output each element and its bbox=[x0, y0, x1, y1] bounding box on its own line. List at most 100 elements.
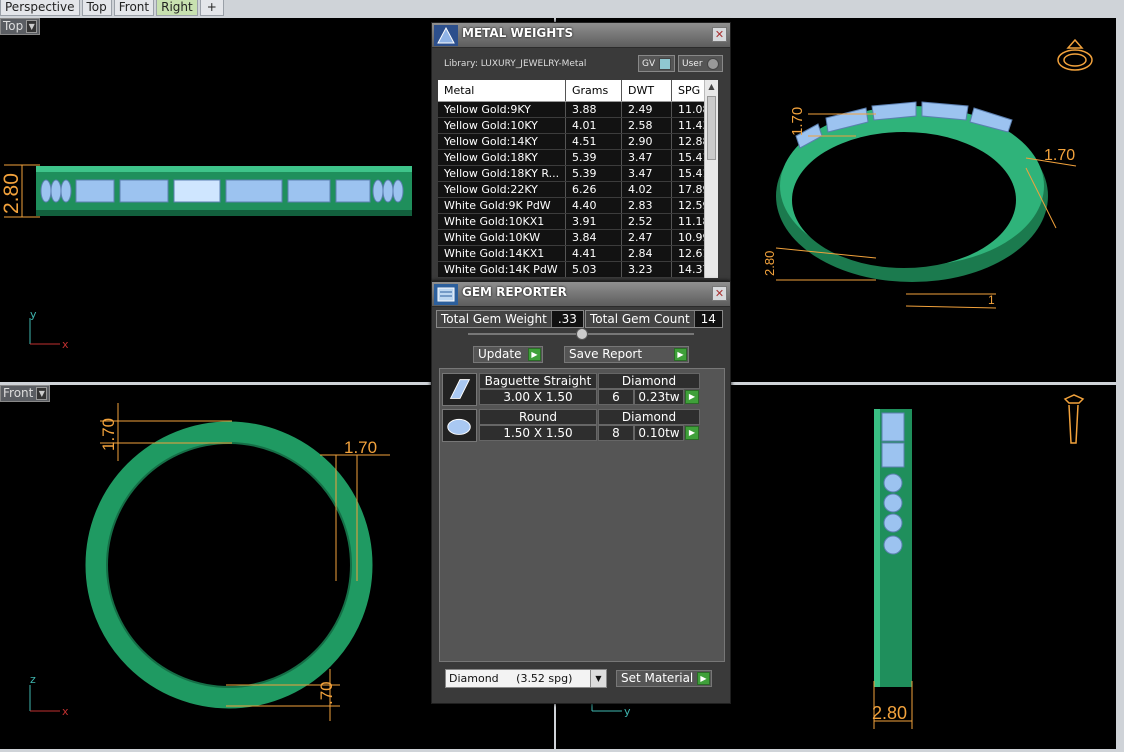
viewport-front-label[interactable]: Front ▼ bbox=[0, 385, 51, 402]
metal-name: White Gold:14K PdW bbox=[438, 262, 566, 277]
update-button[interactable]: Update ▶ bbox=[473, 346, 543, 363]
chevron-down-icon[interactable]: ▼ bbox=[26, 20, 38, 33]
play-arrow-icon: ▶ bbox=[674, 348, 687, 361]
scroll-up-icon[interactable]: ▲ bbox=[705, 80, 718, 94]
chevron-down-icon[interactable]: ▼ bbox=[36, 387, 48, 400]
total-gem-count-value: 14 bbox=[694, 311, 722, 327]
ring-hole-3d bbox=[792, 132, 1016, 268]
table-header: Metal Grams DWT SPG bbox=[438, 80, 718, 102]
dimension-label-top: 2.80 bbox=[0, 173, 23, 214]
close-icon[interactable]: ✕ bbox=[712, 27, 727, 42]
axis-label-y-side: y bbox=[624, 705, 631, 718]
gem-size: 3.00 X 1.50 bbox=[479, 389, 597, 405]
metal-table-scrollbar[interactable]: ▲ bbox=[704, 80, 718, 278]
metal-weights-icon bbox=[434, 25, 458, 46]
metal-name: Yellow Gold:9KY bbox=[438, 102, 566, 117]
viewport-top-label[interactable]: Top ▼ bbox=[0, 18, 41, 35]
table-row[interactable]: White Gold:14K PdW 5.03 3.23 14.37 bbox=[438, 262, 718, 278]
gv-toggle[interactable]: GV bbox=[638, 55, 676, 72]
table-row[interactable]: Yellow Gold:18KY R... 5.39 3.47 15.41 bbox=[438, 166, 718, 182]
table-row[interactable]: Yellow Gold:10KY 4.01 2.58 11.43 bbox=[438, 118, 718, 134]
dimension-label-right-4: 1 bbox=[988, 293, 995, 307]
user-toggle[interactable]: User bbox=[678, 55, 723, 72]
user-toggle-label: User bbox=[682, 58, 703, 69]
dimension-label-right-2: 1.70 bbox=[1044, 147, 1075, 164]
grams-value: 6.26 bbox=[566, 182, 622, 197]
dwt-value: 2.90 bbox=[622, 134, 672, 149]
gem-row-baguette[interactable]: Baguette Straight Diamond 3.00 X 1.50 6 … bbox=[442, 373, 702, 407]
baguette-gem-icon bbox=[442, 373, 477, 406]
table-row[interactable]: White Gold:9K PdW 4.40 2.83 12.59 bbox=[438, 198, 718, 214]
metal-name: Yellow Gold:18KY R... bbox=[438, 166, 566, 181]
play-arrow-icon: ▶ bbox=[528, 348, 541, 361]
dwt-value: 2.58 bbox=[622, 118, 672, 133]
axis-gizmo-front bbox=[29, 685, 60, 712]
material-select-value: Diamond (3.52 spg) bbox=[449, 672, 573, 685]
dimension-label-front-2: 1.70 bbox=[344, 438, 377, 457]
panel-splitter[interactable] bbox=[468, 328, 694, 340]
metal-name: Yellow Gold:10KY bbox=[438, 118, 566, 133]
play-arrow-icon[interactable]: ▶ bbox=[685, 390, 699, 404]
dwt-value: 2.49 bbox=[622, 102, 672, 117]
material-select[interactable]: Diamond (3.52 spg) ▼ bbox=[445, 669, 607, 688]
save-report-button-label: Save Report bbox=[569, 347, 643, 361]
ring-preview-icon bbox=[1063, 394, 1085, 444]
total-gem-weight-value: .33 bbox=[551, 311, 583, 327]
splitter-handle-icon[interactable] bbox=[576, 328, 588, 340]
toggle-knob-icon bbox=[659, 57, 672, 70]
tab-front[interactable]: Front bbox=[113, 0, 155, 16]
metal-name: White Gold:14KX1 bbox=[438, 246, 566, 261]
total-gem-count: Total Gem Count 14 bbox=[585, 310, 723, 328]
gem-weight: 0.10tw bbox=[634, 425, 684, 441]
close-icon[interactable]: ✕ bbox=[712, 286, 727, 301]
gem-reporter-icon bbox=[434, 284, 458, 305]
dwt-value: 3.23 bbox=[622, 262, 672, 277]
dimension-label-right-3: 2.80 bbox=[762, 251, 777, 276]
column-header-metal[interactable]: Metal bbox=[438, 80, 566, 101]
axis-label-x: x bbox=[62, 705, 69, 718]
gem-count: 6 bbox=[598, 389, 634, 405]
metal-name: Yellow Gold:22KY bbox=[438, 182, 566, 197]
grams-value: 4.51 bbox=[566, 134, 622, 149]
dwt-value: 3.47 bbox=[622, 166, 672, 181]
tab-right[interactable]: Right bbox=[156, 0, 198, 16]
tab-top[interactable]: Top bbox=[81, 0, 112, 16]
dimension-label-right-1: 1.70 bbox=[789, 107, 806, 136]
metal-name: Yellow Gold:14KY bbox=[438, 134, 566, 149]
dwt-value: 2.83 bbox=[622, 198, 672, 213]
gem-row-round[interactable]: Round Diamond 1.50 X 1.50 8 0.10tw ▶ bbox=[442, 409, 702, 443]
table-row[interactable]: Yellow Gold:9KY 3.88 2.49 11.08 bbox=[438, 102, 718, 118]
scroll-thumb[interactable] bbox=[707, 96, 716, 160]
play-arrow-icon[interactable]: ▶ bbox=[685, 426, 699, 440]
gv-toggle-label: GV bbox=[642, 58, 656, 69]
save-report-button[interactable]: Save Report ▶ bbox=[564, 346, 689, 363]
gem-count: 8 bbox=[598, 425, 634, 441]
metal-weights-titlebar[interactable]: METAL WEIGHTS ✕ bbox=[432, 23, 730, 48]
gem-reporter-titlebar[interactable]: GEM REPORTER ✕ bbox=[432, 282, 730, 307]
chevron-down-icon[interactable]: ▼ bbox=[590, 670, 606, 687]
metal-name: White Gold:10KW bbox=[438, 230, 566, 245]
tab-perspective[interactable]: Perspective bbox=[0, 0, 80, 16]
set-material-button-label: Set Material bbox=[621, 671, 694, 685]
column-header-dwt[interactable]: DWT bbox=[622, 80, 672, 101]
column-header-grams[interactable]: Grams bbox=[566, 80, 622, 101]
table-row[interactable]: White Gold:10KX1 3.91 2.52 11.18 bbox=[438, 214, 718, 230]
library-label: Library: LUXURY_JEWELRY-Metal bbox=[444, 59, 587, 69]
table-row[interactable]: Yellow Gold:22KY 6.26 4.02 17.89 bbox=[438, 182, 718, 198]
table-row[interactable]: Yellow Gold:18KY 5.39 3.47 15.41 bbox=[438, 150, 718, 166]
table-row[interactable]: White Gold:10KW 3.84 2.47 10.99 bbox=[438, 230, 718, 246]
gem-material: Diamond bbox=[598, 409, 700, 425]
ring-band-highlight bbox=[36, 166, 412, 172]
dwt-value: 2.47 bbox=[622, 230, 672, 245]
metal-name: White Gold:10KX1 bbox=[438, 214, 566, 229]
add-tab-button[interactable]: + bbox=[199, 0, 224, 16]
table-row[interactable]: Yellow Gold:14KY 4.51 2.90 12.88 bbox=[438, 134, 718, 150]
total-gem-weight-label: Total Gem Weight bbox=[437, 311, 552, 327]
set-material-button[interactable]: Set Material ▶ bbox=[616, 670, 712, 687]
grams-value: 5.03 bbox=[566, 262, 622, 277]
dwt-value: 2.52 bbox=[622, 214, 672, 229]
gem-cut-name: Baguette Straight bbox=[479, 373, 597, 389]
grams-value: 4.01 bbox=[566, 118, 622, 133]
table-row[interactable]: White Gold:14KX1 4.41 2.84 12.61 bbox=[438, 246, 718, 262]
metal-name: White Gold:9K PdW bbox=[438, 198, 566, 213]
